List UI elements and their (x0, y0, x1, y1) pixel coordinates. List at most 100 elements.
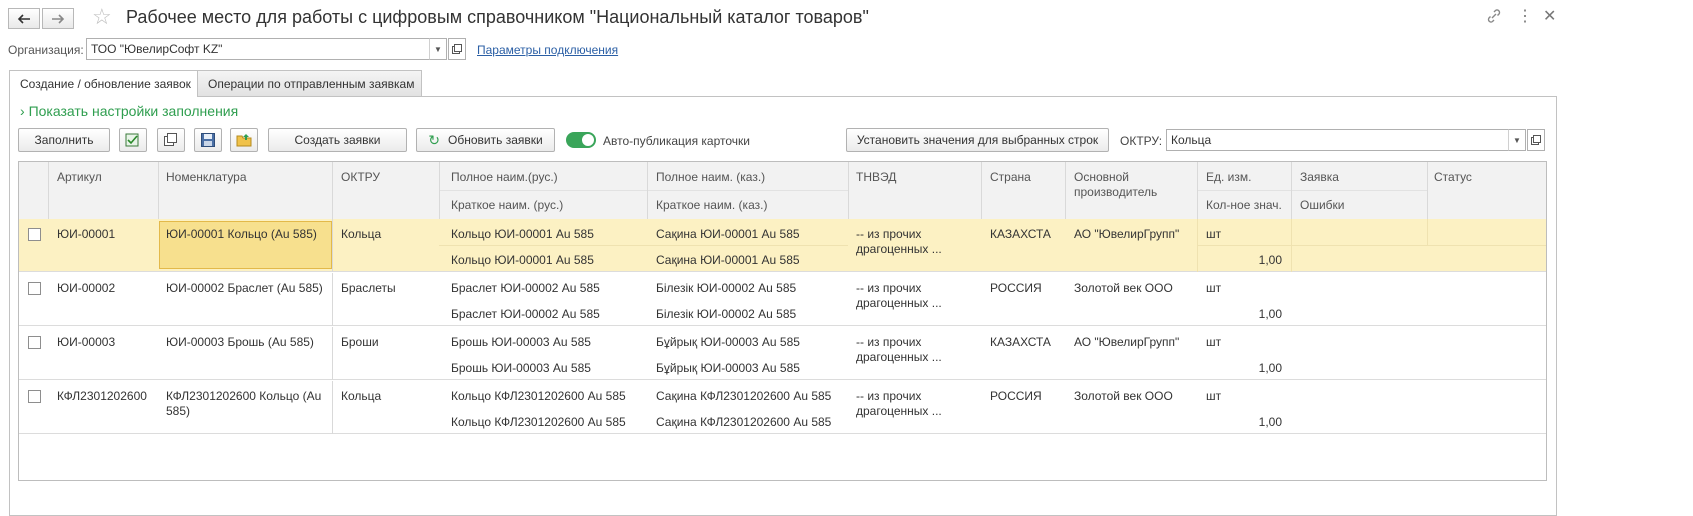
tab-sent-operations[interactable]: Операции по отправленным заявкам (197, 70, 422, 96)
table-row[interactable]: ЮИ-00002 ЮИ-00002 Браслет (Au 585) Брасл… (19, 273, 1546, 326)
col-manufacturer[interactable]: Основной производитель (1074, 170, 1184, 200)
col-oktru[interactable]: ОКТРУ (341, 170, 380, 184)
col-nomenclature[interactable]: Номенклатура (166, 170, 247, 184)
org-field[interactable]: ТОО "ЮвелирСофт KZ" (86, 38, 430, 60)
col-unit[interactable]: Ед. изм. (1206, 170, 1251, 184)
cell-short-kaz: Сақина ЮИ-00001 Au 585 (656, 253, 800, 267)
refresh-icon: ↻ (428, 131, 441, 148)
cell-qty: 1,00 (1258, 415, 1282, 429)
cell-country: РОССИЯ (990, 281, 1042, 295)
cell-unit: шт (1206, 227, 1222, 241)
cell-country: РОССИЯ (990, 389, 1042, 403)
col-full-rus[interactable]: Полное наим.(рус.) (451, 170, 558, 184)
cell-full-kaz: Сақина ЮИ-00001 Au 585 (656, 227, 800, 241)
update-requests-label: Обновить заявки (448, 133, 543, 147)
open-folder-button[interactable] (230, 128, 258, 152)
cell-short-kaz: Білезік ЮИ-00002 Au 585 (656, 307, 797, 321)
col-short-kaz[interactable]: Краткое наим. (каз.) (656, 198, 767, 212)
cell-short-rus: Брошь ЮИ-00003 Au 585 (451, 361, 591, 375)
col-short-rus[interactable]: Краткое наим. (рус.) (451, 198, 563, 212)
forward-button[interactable] (42, 8, 74, 29)
col-qty[interactable]: Кол-ное знач. (1206, 198, 1282, 212)
check-all-icon (125, 133, 139, 147)
window-title: Рабочее место для работы с цифровым спра… (126, 7, 869, 27)
close-icon[interactable]: ✕ (1543, 6, 1556, 26)
cell-full-rus: Кольцо ЮИ-00001 Au 585 (451, 227, 594, 241)
more-menu-icon[interactable]: ⋮ (1517, 6, 1533, 26)
table-row[interactable]: ЮИ-00003 ЮИ-00003 Брошь (Au 585) Броши Б… (19, 327, 1546, 380)
table-row[interactable]: КФЛ2301202600 КФЛ2301202600 Кольцо (Au 5… (19, 381, 1546, 434)
back-button[interactable] (8, 8, 40, 29)
oktru-label: ОКТРУ: (1120, 134, 1163, 148)
row-checkbox[interactable] (28, 336, 41, 349)
cell-nomenclature: ЮИ-00002 Браслет (Au 585) (166, 281, 323, 295)
cell-oktru: Браслеты (341, 281, 396, 295)
col-article[interactable]: Артикул (57, 170, 102, 184)
chevron-down-icon: ▼ (434, 44, 442, 54)
cell-tnved: -- из прочих драгоценных ... (856, 281, 942, 310)
copy-button[interactable] (157, 128, 185, 152)
chevron-down-icon: ▼ (1513, 135, 1521, 145)
cell-tnved: -- из прочих драгоценных ... (856, 335, 942, 364)
col-country[interactable]: Страна (990, 170, 1031, 184)
row-checkbox[interactable] (28, 390, 41, 403)
cell-country: КАЗАХСТА (990, 335, 1051, 349)
oktru-open-button[interactable] (1527, 129, 1545, 151)
oktru-field[interactable]: Кольца (1166, 129, 1509, 151)
org-label: Организация: (8, 43, 84, 57)
fill-button[interactable]: Заполнить (18, 128, 110, 152)
show-settings-toggle[interactable]: › Показать настройки заполнения (20, 103, 238, 119)
cell-short-kaz: Бұйрық ЮИ-00003 Au 585 (656, 361, 800, 375)
autopublish-label: Авто-публикация карточки (603, 134, 750, 148)
favorite-star-icon[interactable]: ☆ (92, 4, 112, 30)
cell-full-rus: Браслет ЮИ-00002 Au 585 (451, 281, 600, 295)
cell-full-kaz: Білезік ЮИ-00002 Au 585 (656, 281, 797, 295)
autopublish-toggle[interactable] (566, 132, 596, 148)
create-requests-button[interactable]: Создать заявки (268, 128, 407, 152)
link-icon[interactable] (1486, 8, 1502, 29)
set-values-button[interactable]: Установить значения для выбранных строк (846, 128, 1109, 152)
cell-unit: шт (1206, 335, 1222, 349)
org-open-button[interactable] (448, 38, 466, 60)
cell-article: ЮИ-00002 (57, 281, 116, 295)
col-errors[interactable]: Ошибки (1300, 198, 1345, 212)
row-checkbox[interactable] (28, 228, 41, 241)
cell-unit: шт (1206, 389, 1222, 403)
cell-full-kaz: Сақина КФЛ2301202600 Au 585 (656, 389, 832, 403)
requests-table[interactable]: Артикул Номенклатура ОКТРУ Полное наим.(… (18, 161, 1547, 481)
connection-params-link[interactable]: Параметры подключения (477, 43, 618, 57)
cell-article: ЮИ-00003 (57, 335, 116, 349)
cell-full-kaz: Бұйрық ЮИ-00003 Au 585 (656, 335, 800, 349)
col-tnved[interactable]: ТНВЭД (856, 170, 896, 184)
col-status[interactable]: Статус (1434, 170, 1472, 184)
cell-article: КФЛ2301202600 (57, 389, 147, 403)
arrow-right-icon (52, 13, 65, 24)
cell-qty: 1,00 (1258, 361, 1282, 375)
cell-tnved: -- из прочих драгоценных ... (856, 227, 942, 256)
org-dropdown-button[interactable]: ▼ (429, 38, 447, 60)
col-full-kaz[interactable]: Полное наим. (каз.) (656, 170, 765, 184)
copy-icon (164, 133, 177, 146)
cell-full-rus: Брошь ЮИ-00003 Au 585 (451, 335, 591, 349)
save-button[interactable] (194, 128, 222, 152)
row-checkbox[interactable] (28, 282, 41, 295)
cell-country: КАЗАХСТА (990, 227, 1051, 241)
check-all-button[interactable] (119, 128, 147, 152)
cell-article: ЮИ-00001 (57, 227, 116, 241)
update-requests-button[interactable]: ↻ Обновить заявки (416, 128, 555, 152)
cell-nomenclature: ЮИ-00003 Брошь (Au 585) (166, 335, 314, 349)
cell-manufacturer: Золотой век ООО (1074, 389, 1173, 403)
cell-short-rus: Кольцо ЮИ-00001 Au 585 (451, 253, 594, 267)
cell-nomenclature: ЮИ-00001 Кольцо (Au 585) (166, 227, 317, 241)
cell-nomenclature: КФЛ2301202600 Кольцо (Au 585) (166, 389, 322, 418)
cell-unit: шт (1206, 281, 1222, 295)
cell-qty: 1,00 (1258, 253, 1282, 267)
tab-create-update[interactable]: Создание / обновление заявок (9, 70, 198, 97)
oktru-dropdown-button[interactable]: ▼ (1508, 129, 1526, 151)
cell-short-rus: Кольцо КФЛ2301202600 Au 585 (451, 415, 626, 429)
table-row[interactable]: ЮИ-00001 ЮИ-00001 Кольцо (Au 585) Кольца… (19, 219, 1546, 272)
cell-manufacturer: АО "ЮвелирГрупп" (1074, 227, 1180, 241)
col-request[interactable]: Заявка (1300, 170, 1339, 184)
show-settings-label: Показать настройки заполнения (28, 103, 239, 119)
cell-short-rus: Браслет ЮИ-00002 Au 585 (451, 307, 600, 321)
